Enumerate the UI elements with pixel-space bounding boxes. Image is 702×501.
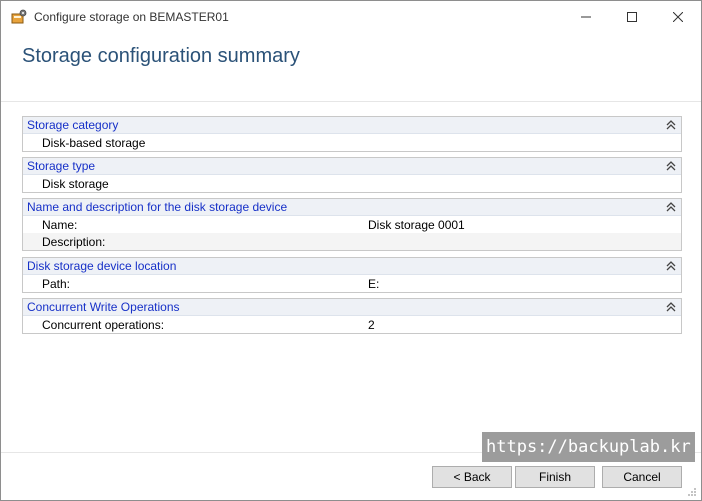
row-label: Disk storage bbox=[42, 177, 109, 191]
cancel-button[interactable]: Cancel bbox=[602, 466, 682, 488]
double-chevron-up-icon[interactable] bbox=[665, 160, 677, 172]
row-value: E: bbox=[368, 277, 380, 291]
list-item: Concurrent operations: 2 bbox=[23, 316, 681, 333]
watermark: https://backuplab.kr bbox=[482, 432, 695, 462]
group-title: Disk storage device location bbox=[27, 259, 177, 273]
group-concurrent-write: Concurrent Write Operations Concurrent o… bbox=[22, 298, 682, 334]
double-chevron-up-icon[interactable] bbox=[665, 119, 677, 131]
list-item: Disk-based storage bbox=[23, 134, 681, 151]
group-header[interactable]: Name and description for the disk storag… bbox=[23, 199, 681, 216]
page-title: Storage configuration summary bbox=[22, 45, 300, 67]
maximize-button[interactable] bbox=[609, 1, 655, 33]
minimize-button[interactable] bbox=[563, 1, 609, 33]
row-label: Concurrent operations: bbox=[42, 318, 165, 332]
window-title: Configure storage on BEMASTER01 bbox=[34, 10, 229, 24]
double-chevron-up-icon[interactable] bbox=[665, 301, 677, 313]
group-name-description: Name and description for the disk storag… bbox=[22, 198, 682, 251]
group-header[interactable]: Concurrent Write Operations bbox=[23, 299, 681, 316]
group-storage-category: Storage category Disk-based storage bbox=[22, 116, 682, 152]
group-title: Concurrent Write Operations bbox=[27, 300, 180, 314]
double-chevron-up-icon[interactable] bbox=[665, 260, 677, 272]
title-bar[interactable]: Configure storage on BEMASTER01 bbox=[1, 1, 701, 33]
row-value: Disk storage 0001 bbox=[368, 218, 465, 232]
close-icon bbox=[673, 12, 683, 22]
group-header[interactable]: Storage type bbox=[23, 158, 681, 175]
back-button[interactable]: < Back bbox=[432, 466, 512, 488]
row-label: Description: bbox=[42, 235, 106, 249]
wizard-header: Storage configuration summary bbox=[1, 33, 701, 101]
row-label: Name: bbox=[42, 218, 78, 232]
resize-grip-icon[interactable] bbox=[687, 486, 697, 496]
list-item: Description: bbox=[23, 233, 681, 250]
storage-config-icon bbox=[11, 9, 27, 25]
dialog-window: Configure storage on BEMASTER01 Storage … bbox=[0, 0, 702, 501]
list-item: Name: Disk storage 0001 bbox=[23, 216, 681, 233]
group-device-location: Disk storage device location Path: E: bbox=[22, 257, 682, 293]
double-chevron-up-icon[interactable] bbox=[665, 201, 677, 213]
list-item: Path: E: bbox=[23, 275, 681, 292]
minimize-icon bbox=[581, 16, 591, 18]
group-storage-type: Storage type Disk storage bbox=[22, 157, 682, 193]
summary-panel: Storage category Disk-based storage Stor… bbox=[1, 102, 701, 452]
group-title: Storage category bbox=[27, 118, 119, 132]
group-header[interactable]: Storage category bbox=[23, 117, 681, 134]
group-header[interactable]: Disk storage device location bbox=[23, 258, 681, 275]
row-label: Path: bbox=[42, 277, 71, 291]
row-value: 2 bbox=[368, 318, 375, 332]
group-title: Name and description for the disk storag… bbox=[27, 200, 288, 214]
row-label: Disk-based storage bbox=[42, 136, 146, 150]
maximize-icon bbox=[627, 12, 637, 22]
finish-button[interactable]: Finish bbox=[515, 466, 595, 488]
list-item: Disk storage bbox=[23, 175, 681, 192]
group-title: Storage type bbox=[27, 159, 96, 173]
close-button[interactable] bbox=[655, 1, 701, 33]
